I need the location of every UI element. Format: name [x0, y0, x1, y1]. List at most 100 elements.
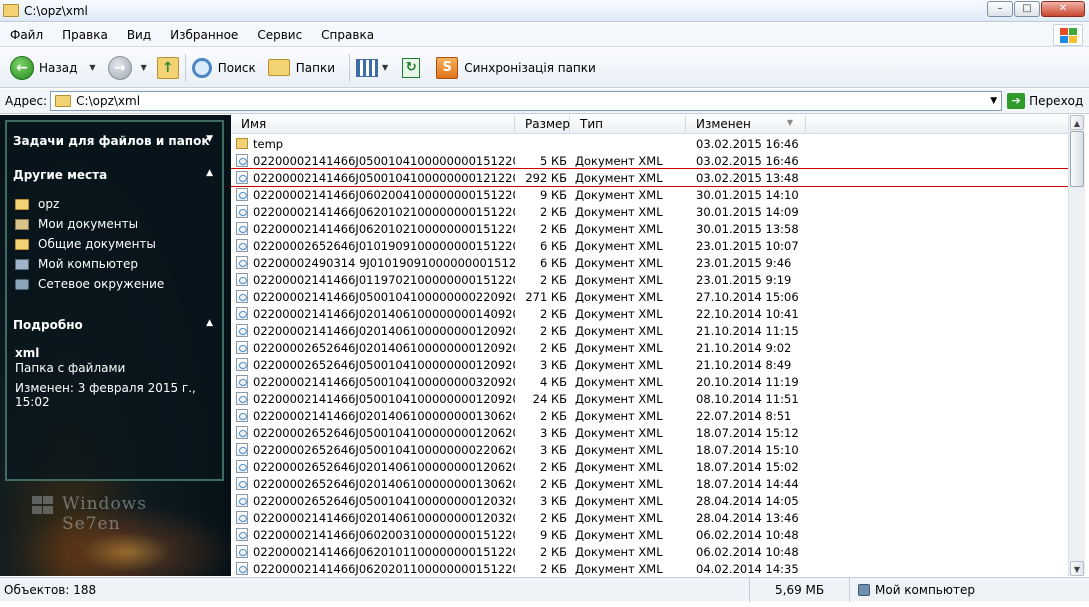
go-button[interactable]: Переход: [1029, 94, 1083, 108]
table-row[interactable]: 02200002141466J0602003100000000151220140…: [231, 526, 1068, 543]
table-row[interactable]: 02200002141466J0620101100000000151220140…: [231, 543, 1068, 560]
back-label: Назад: [39, 60, 78, 75]
place-opz[interactable]: opz: [15, 197, 59, 211]
table-row[interactable]: 02200002141466J0201406100000000120920140…: [231, 322, 1068, 339]
table-row[interactable]: 02200002141466J0201406100000000120320140…: [231, 509, 1068, 526]
table-row[interactable]: 02200002652646J0500104100000000220620140…: [231, 441, 1068, 458]
column-name[interactable]: Имя: [231, 115, 515, 134]
scroll-up-icon[interactable]: ▲: [1070, 115, 1084, 130]
refresh-button[interactable]: ↻: [402, 53, 421, 83]
up-folder-button[interactable]: ↑: [156, 53, 179, 83]
address-dropdown-icon[interactable]: ▼: [990, 96, 997, 106]
xml-file-icon: [236, 171, 248, 184]
place-my-documents[interactable]: Мои документы: [15, 217, 138, 231]
table-row[interactable]: 02200002652646J0500104100000000120920140…: [231, 356, 1068, 373]
table-row[interactable]: 02200002141466J0500104100000000320920140…: [231, 373, 1068, 390]
table-row[interactable]: temp 03.02.2015 16:46: [231, 135, 1068, 152]
file-name: 02200002141466J0500104100000000220920140…: [253, 289, 515, 304]
status-object-count: Объектов: 188: [0, 577, 750, 602]
cell-name: 02200002652646J0201406100000000120620140…: [231, 460, 515, 474]
table-row[interactable]: 02200002141466J0620201100000000151220130…: [231, 560, 1068, 576]
back-button[interactable]: ← Назад ▼: [10, 53, 96, 83]
cell-date: 22.10.2014 10:41: [696, 306, 799, 321]
place-network[interactable]: Сетевое окружение: [15, 277, 164, 291]
cell-date: 04.02.2014 14:35: [696, 561, 799, 576]
status-bar: Объектов: 188 5,69 МБ Мой компьютер: [0, 577, 1089, 602]
cell-type: Документ XML: [575, 204, 663, 219]
table-row[interactable]: 02200002652646J0201406100000000120620140…: [231, 458, 1068, 475]
folders-button[interactable]: Папки: [267, 53, 335, 83]
cell-name: 02200002490314 9J01019091000000001512201…: [231, 256, 515, 270]
cell-type: Документ XML: [575, 374, 663, 389]
column-type[interactable]: Тип: [570, 115, 686, 134]
search-button[interactable]: Поиск: [191, 53, 256, 83]
forward-button[interactable]: → ▼: [107, 53, 147, 83]
details-section-header[interactable]: Подробно ▲: [13, 318, 213, 332]
cell-size: 3 КБ: [539, 357, 567, 372]
minimize-button[interactable]: –: [987, 1, 1013, 17]
scroll-down-icon[interactable]: ▼: [1070, 561, 1084, 576]
maximize-button[interactable]: □: [1014, 1, 1040, 17]
table-row[interactable]: 02200002652646J0101909100000000151220140…: [231, 237, 1068, 254]
forward-dropdown-icon[interactable]: ▼: [141, 63, 147, 72]
vertical-scrollbar[interactable]: ▲ ▼: [1068, 115, 1085, 576]
table-row[interactable]: 02200002652646J0201406100000000130620140…: [231, 475, 1068, 492]
cell-date: 21.10.2014 9:02: [696, 340, 792, 355]
collapse-icon: ▲: [206, 318, 213, 328]
table-row[interactable]: 02200002141466J0620102100000000151220150…: [231, 203, 1068, 220]
table-row[interactable]: 02200002652646J0500104100000000120320140…: [231, 492, 1068, 509]
xml-file-icon: [236, 545, 248, 558]
cell-type: Документ XML: [575, 238, 663, 253]
menu-view[interactable]: Вид: [117, 28, 160, 42]
address-path: C:\opz\xml: [76, 94, 141, 108]
table-row[interactable]: 02200002141466J0620102100000000151220140…: [231, 220, 1068, 237]
views-button[interactable]: ▼: [356, 53, 388, 83]
cell-date: 03.02.2015 13:48: [696, 170, 799, 185]
column-size[interactable]: Размер: [515, 115, 570, 134]
xml-file-icon: [236, 256, 248, 269]
table-row[interactable]: 02200002652646J0201406100000000120920140…: [231, 339, 1068, 356]
close-button[interactable]: ✕: [1041, 1, 1085, 17]
places-section-header[interactable]: Другие места ▲: [13, 168, 213, 182]
place-shared-documents[interactable]: Общие документы: [15, 237, 156, 251]
forward-arrow-icon: →: [107, 55, 132, 80]
table-row[interactable]: 02200002141466J0500104100000000220920140…: [231, 288, 1068, 305]
back-dropdown-icon[interactable]: ▼: [89, 63, 95, 72]
table-row[interactable]: 02200002141466J0602004100000000151220150…: [231, 186, 1068, 203]
table-row[interactable]: 02200002141466J0119702100000000151220140…: [231, 271, 1068, 288]
sync-folder-button[interactable]: S Синхронізація папки: [436, 53, 596, 83]
cell-type: Документ XML: [575, 391, 663, 406]
table-row[interactable]: 02200002141466J0201406100000000140920140…: [231, 305, 1068, 322]
menu-help[interactable]: Справка: [311, 28, 383, 42]
xml-file-icon: [236, 324, 248, 337]
cell-type: Документ XML: [575, 459, 663, 474]
table-row[interactable]: 02200002490314 9J01019091000000001512201…: [231, 254, 1068, 271]
menu-edit[interactable]: Правка: [52, 28, 117, 42]
task-pane: Задачи для файлов и папок ▼ Другие места…: [0, 115, 231, 576]
go-arrow-icon[interactable]: ➔: [1007, 93, 1026, 109]
cell-name: 02200002141466J0201406100000000120920140…: [231, 324, 515, 338]
xml-file-icon: [236, 477, 248, 490]
column-modified[interactable]: Изменен ▼: [686, 115, 806, 134]
table-row[interactable]: 02200002652646J0500104100000000120620140…: [231, 424, 1068, 441]
menu-tools[interactable]: Сервис: [247, 28, 311, 42]
menu-file[interactable]: Файл: [0, 28, 52, 42]
cell-name: 02200002652646J0500104100000000120620140…: [231, 426, 515, 440]
scroll-thumb[interactable]: [1070, 131, 1084, 187]
menu-favorites[interactable]: Избранное: [160, 28, 247, 42]
table-row[interactable]: 02200002141466J0500104100000000120920140…: [231, 390, 1068, 407]
place-my-computer[interactable]: Мой компьютер: [15, 257, 138, 271]
file-name: 02200002141466J0620102100000000151220150…: [253, 204, 515, 219]
table-row[interactable]: 02200002141466J0201406100000000130620140…: [231, 407, 1068, 424]
cell-name: 02200002141466J0201406100000000130620140…: [231, 409, 515, 423]
cell-name: 02200002141466J0119702100000000151220140…: [231, 273, 515, 287]
tasks-section-header[interactable]: Задачи для файлов и папок ▼: [13, 134, 213, 148]
file-name: 02200002141466J0201406100000000140920140…: [253, 306, 515, 321]
cell-size: 2 КБ: [539, 510, 567, 525]
table-row[interactable]: 02200002141466J0500104100000000121220140…: [231, 168, 1068, 187]
table-row[interactable]: 02200002141466J0500104100000000151220140…: [231, 152, 1068, 169]
folders-icon: [267, 59, 290, 76]
cell-type: Документ XML: [575, 323, 663, 338]
folder-icon: [3, 4, 19, 17]
address-input[interactable]: C:\opz\xml ▼: [50, 91, 1003, 111]
